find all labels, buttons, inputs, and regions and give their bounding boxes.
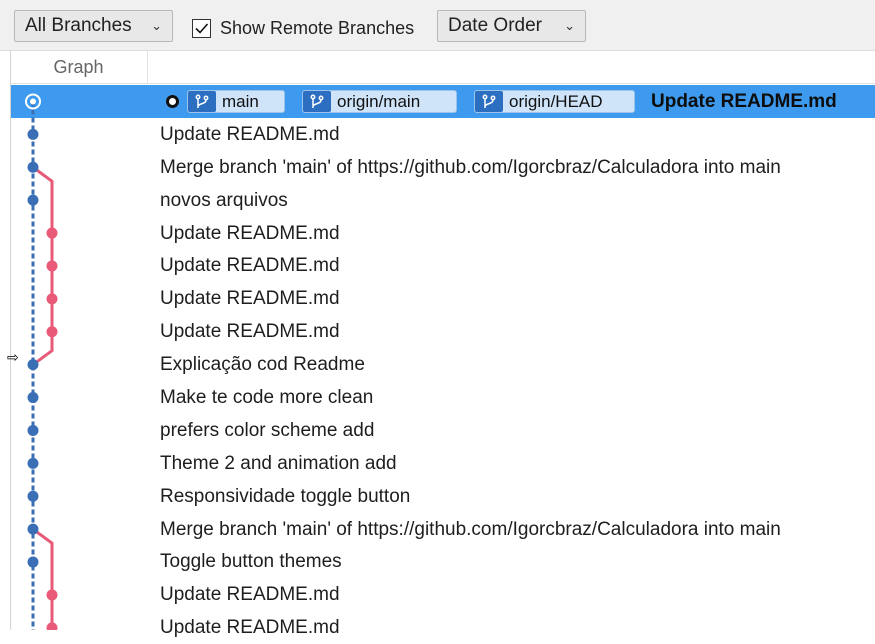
order-dropdown[interactable]: Date Order ⌄ bbox=[437, 10, 586, 42]
commit-message: Update README.md bbox=[160, 288, 340, 310]
commit-row[interactable]: Explicação cod Readme bbox=[11, 348, 875, 381]
commit-message: Make te code more clean bbox=[160, 387, 374, 409]
remote-head-label: origin/HEAD bbox=[509, 91, 603, 111]
branch-filter-value: All Branches bbox=[25, 15, 132, 36]
commit-message: novos arquivos bbox=[160, 189, 288, 211]
commit-node bbox=[46, 293, 58, 305]
column-header: Graph bbox=[10, 51, 875, 84]
graph-column-header[interactable]: Graph bbox=[10, 51, 148, 83]
commit-message: Responsividade toggle button bbox=[160, 485, 411, 507]
commit-row[interactable]: Make te code more clean bbox=[11, 381, 875, 414]
commit-message: Update README.md bbox=[651, 91, 837, 112]
commit-list[interactable]: main origin/main origin/HEAD Update READ… bbox=[11, 85, 875, 644]
checkmark-icon bbox=[195, 22, 209, 34]
show-remote-branches-label: Show Remote Branches bbox=[220, 17, 415, 38]
commit-node bbox=[46, 326, 58, 338]
show-remote-branches-checkbox[interactable] bbox=[192, 18, 211, 38]
remote-branch-label: origin/main bbox=[337, 91, 421, 111]
toolbar: All Branches ⌄ Show Remote Branches Date… bbox=[0, 0, 875, 51]
commit-message: Update README.md bbox=[160, 321, 340, 343]
commit-row[interactable]: Toggle button themes bbox=[11, 545, 875, 578]
local-branch-label: main bbox=[222, 91, 259, 111]
branch-line bbox=[32, 527, 54, 630]
commit-message: Update README.md bbox=[160, 123, 340, 145]
remote-branch-tag[interactable]: origin/main bbox=[302, 90, 457, 113]
commit-node bbox=[27, 523, 39, 535]
local-branch-tag[interactable]: main bbox=[187, 90, 285, 113]
commit-message: Update README.md bbox=[160, 222, 340, 244]
commit-row[interactable]: Update README.md bbox=[11, 217, 875, 250]
commit-message: Merge branch 'main' of https://github.co… bbox=[160, 518, 781, 540]
commit-row[interactable]: Theme 2 and animation add bbox=[11, 447, 875, 480]
remote-head-tag[interactable]: origin/HEAD bbox=[474, 90, 635, 113]
commit-row[interactable]: Update README.md bbox=[11, 578, 875, 611]
commit-message: Toggle button themes bbox=[160, 551, 342, 573]
commit-row[interactable]: Merge branch 'main' of https://github.co… bbox=[11, 151, 875, 184]
commit-message: Update README.md bbox=[160, 584, 340, 606]
commit-row[interactable]: novos arquivos bbox=[11, 184, 875, 217]
chevron-down-icon: ⌄ bbox=[151, 18, 162, 33]
order-value: Date Order bbox=[448, 15, 542, 36]
commit-message: Update README.md bbox=[160, 617, 340, 639]
commit-row[interactable]: Update README.md bbox=[11, 315, 875, 348]
head-commit-node bbox=[30, 98, 36, 105]
mouse-pointer-icon: ⇨ bbox=[7, 349, 19, 365]
commit-node bbox=[27, 359, 39, 371]
commit-message: Update README.md bbox=[160, 255, 340, 277]
commit-row[interactable]: Responsividade toggle button bbox=[11, 480, 875, 513]
commit-row[interactable]: Update README.md bbox=[11, 118, 875, 151]
branch-icon bbox=[188, 91, 216, 112]
commit-row-selected[interactable]: main origin/main origin/HEAD Update READ… bbox=[11, 85, 875, 118]
commit-node bbox=[46, 260, 58, 272]
commit-node bbox=[27, 457, 39, 469]
commit-node bbox=[27, 490, 39, 502]
commit-node bbox=[27, 194, 39, 206]
commit-node bbox=[27, 392, 39, 404]
branch-icon bbox=[303, 91, 331, 112]
commit-node bbox=[27, 424, 39, 436]
commit-node bbox=[27, 161, 39, 173]
head-indicator-icon bbox=[166, 95, 179, 108]
commit-node bbox=[46, 622, 58, 630]
branch-filter-dropdown[interactable]: All Branches ⌄ bbox=[14, 10, 173, 42]
commit-row[interactable]: Update README.md bbox=[11, 249, 875, 282]
commit-message: prefers color scheme add bbox=[160, 419, 375, 441]
branch-icon bbox=[475, 91, 503, 112]
commit-node bbox=[46, 227, 58, 239]
commit-node bbox=[46, 589, 58, 601]
commit-message: Theme 2 and animation add bbox=[160, 452, 397, 474]
commit-row[interactable]: Update README.md bbox=[11, 611, 875, 644]
commit-node bbox=[27, 556, 39, 568]
commit-row[interactable]: prefers color scheme add bbox=[11, 414, 875, 447]
chevron-down-icon: ⌄ bbox=[564, 18, 575, 33]
commit-message: Merge branch 'main' of https://github.co… bbox=[160, 156, 781, 178]
commit-row[interactable]: Update README.md bbox=[11, 282, 875, 315]
commit-node bbox=[27, 128, 39, 140]
commit-message: Explicação cod Readme bbox=[160, 354, 365, 376]
commit-row[interactable]: Merge branch 'main' of https://github.co… bbox=[11, 513, 875, 546]
show-remote-branches-toggle[interactable]: Show Remote Branches bbox=[192, 16, 414, 40]
